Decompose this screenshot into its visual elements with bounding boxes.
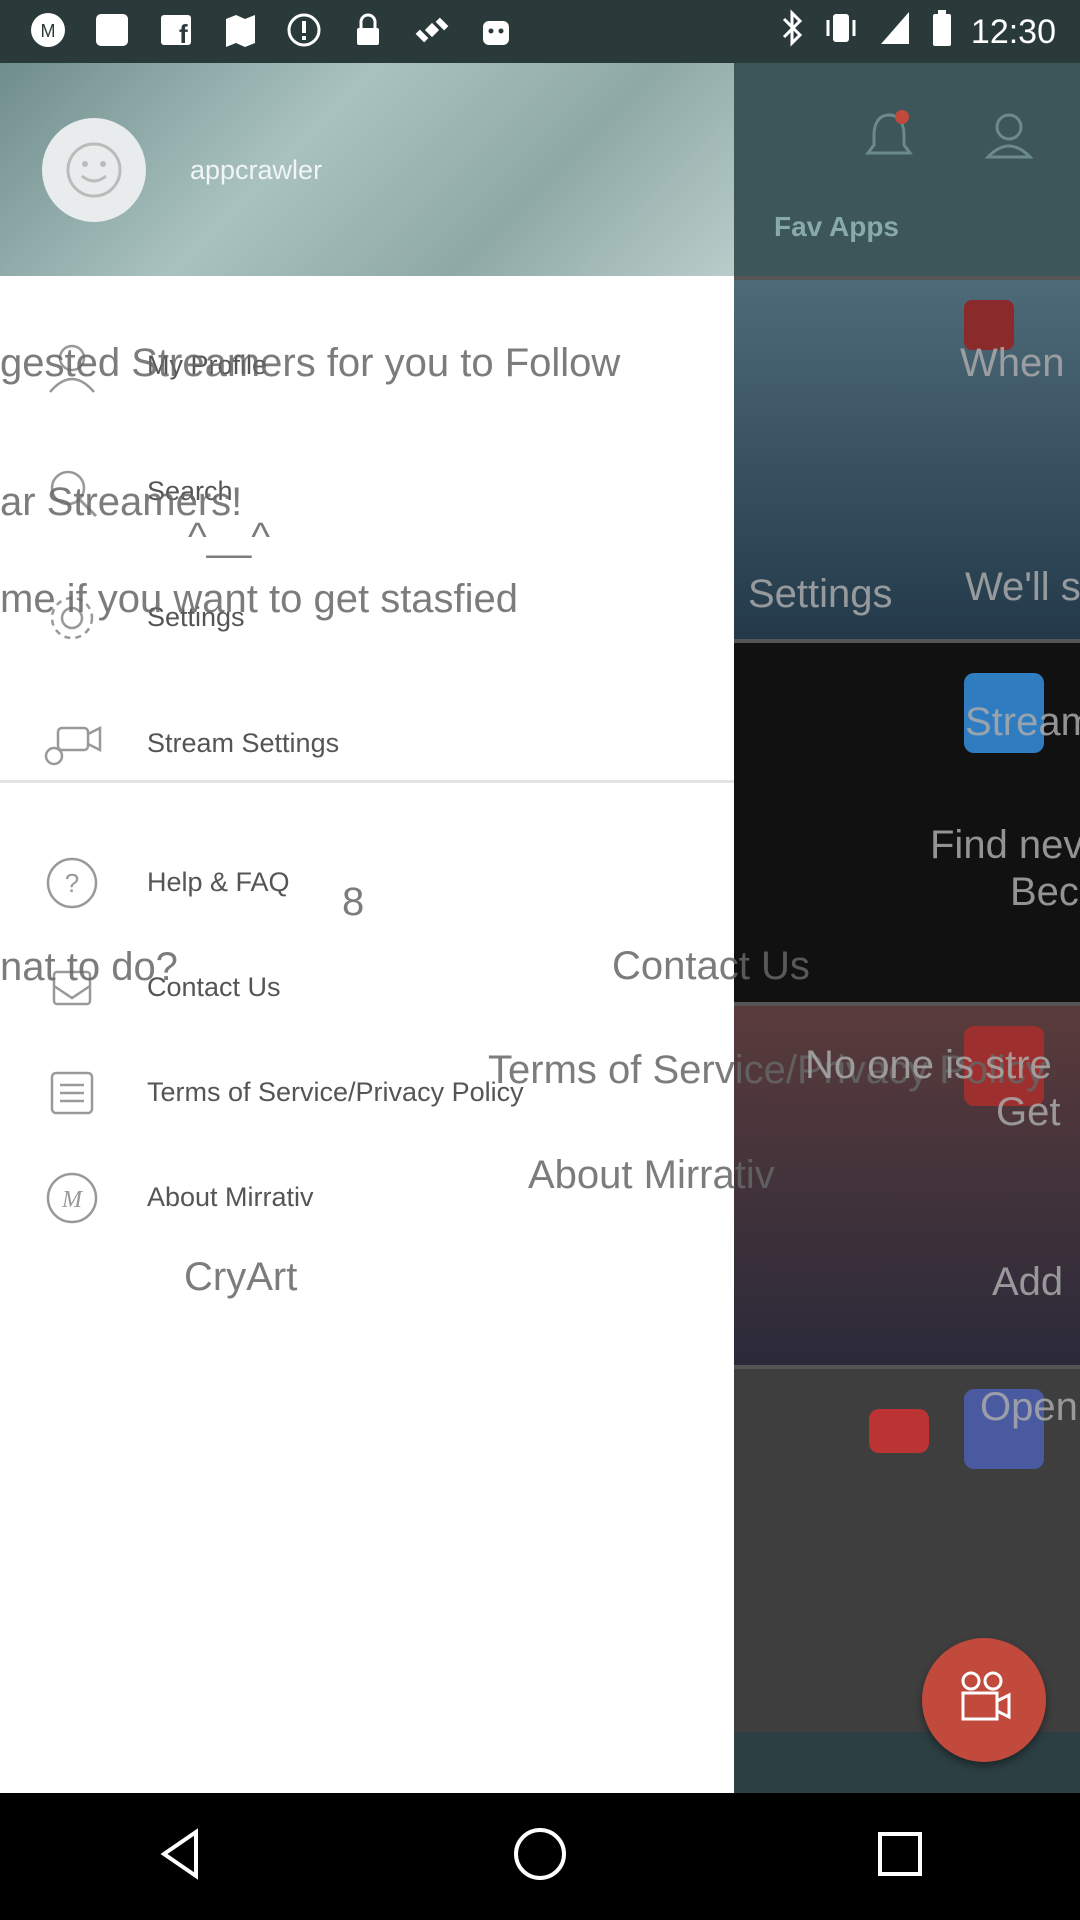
vibrate-icon xyxy=(823,8,859,57)
ghost-text-about: About Mirrativ xyxy=(528,1153,775,1197)
ghost-text-settings: Settings xyxy=(748,572,893,616)
satellite-icon xyxy=(412,10,452,50)
signal-icon xyxy=(877,8,913,57)
divider xyxy=(0,780,734,783)
stream-settings-icon xyxy=(40,712,104,776)
document-icon xyxy=(40,1061,104,1125)
ghost-text-eight: 8 xyxy=(342,880,365,924)
bluetooth-icon xyxy=(779,8,805,57)
maps-icon xyxy=(220,10,260,50)
ghost-text-contact-us: Contact Us xyxy=(612,944,810,988)
ghost-text-cryart: CryArt xyxy=(184,1255,298,1299)
svg-text:M: M xyxy=(61,1187,84,1213)
ghost-text-get: Get xyxy=(996,1090,1061,1134)
facebook-icon: f xyxy=(156,10,196,50)
back-icon[interactable] xyxy=(150,1824,210,1889)
mirrativ-notification-icon: M xyxy=(28,10,68,50)
youtube-icon xyxy=(869,1409,929,1453)
ghost-text-bec: Bec xyxy=(1010,870,1079,914)
ghost-text-find: Find nev xyxy=(930,823,1080,867)
navigation-drawer: appcrawler My Profile Search Settings St… xyxy=(0,63,734,1793)
svg-text:f: f xyxy=(179,19,188,49)
drawer-header: appcrawler xyxy=(0,63,734,276)
help-icon: ? xyxy=(40,851,104,915)
menu-item-stream-settings[interactable]: Stream Settings xyxy=(0,692,734,792)
ghost-text-well: We'll s xyxy=(965,565,1080,609)
background-screen: Fav Apps xyxy=(734,63,1080,1793)
menu-label: Stream Settings xyxy=(147,728,340,758)
ghost-text-when: When xyxy=(960,341,1065,385)
status-bar: M f 12:30 xyxy=(0,0,1080,63)
menu-label: About Mirrativ xyxy=(147,1182,314,1212)
menu-label: Terms of Service/Privacy Policy xyxy=(147,1077,524,1107)
mirrativ-icon: M xyxy=(40,1166,104,1230)
ghost-text-no-one: No one is stre xyxy=(805,1043,1052,1087)
ghost-text-open: Open xyxy=(980,1385,1078,1429)
clock-time: 12:30 xyxy=(970,13,1056,51)
video-camera-icon xyxy=(961,1671,1011,1721)
ghost-text-what-to-do: nat to do? xyxy=(0,945,178,989)
username[interactable]: appcrawler xyxy=(190,155,322,186)
user-profile-icon[interactable] xyxy=(984,107,1034,168)
alert-icon xyxy=(284,10,324,50)
background-header: Fav Apps xyxy=(734,63,1080,276)
ghost-text-face: ^__^ xyxy=(188,515,271,559)
android-icon xyxy=(476,10,516,50)
recents-icon[interactable] xyxy=(870,1824,930,1889)
battery-icon xyxy=(931,8,953,57)
ghost-text-add: Add xyxy=(992,1260,1064,1304)
svg-text:?: ? xyxy=(65,868,79,898)
menu-item-help-faq[interactable]: ? Help & FAQ xyxy=(0,831,734,931)
navigation-bar xyxy=(0,1793,1080,1920)
fav-apps-label[interactable]: Fav Apps xyxy=(774,211,899,243)
svg-text:M: M xyxy=(41,21,56,41)
home-icon[interactable] xyxy=(510,1824,570,1889)
ghost-text-stasfied: me if you want to get stasfied xyxy=(0,577,519,621)
ghost-text-suggested: gested Streamers for you to Follow xyxy=(0,341,621,385)
avatar[interactable] xyxy=(42,118,146,222)
notification-bell-icon[interactable] xyxy=(864,107,914,168)
lock-icon xyxy=(348,10,388,50)
square-notification-icon xyxy=(92,10,132,50)
menu-label: Help & FAQ xyxy=(147,867,290,897)
smiley-icon xyxy=(66,142,122,198)
ghost-text-stream: Stream xyxy=(965,700,1080,744)
start-stream-button[interactable] xyxy=(922,1638,1046,1762)
